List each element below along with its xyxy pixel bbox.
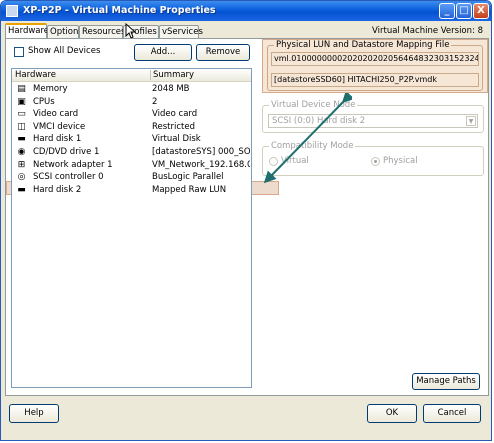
cpu-icon: ▣ — [17, 96, 26, 107]
vm-version: Virtual Machine Version: 8 — [372, 26, 483, 36]
hardware-summary: BusLogic Parallel — [152, 172, 224, 183]
vmci-icon: ◫ — [17, 121, 26, 132]
tab-options[interactable]: Options — [47, 25, 83, 38]
column-header-summary[interactable]: Summary — [153, 69, 194, 81]
hardware-name: Video card — [33, 109, 79, 120]
list-item[interactable]: ◫ VMCI device Restricted — [12, 121, 251, 133]
remove-button[interactable]: Remove — [196, 44, 250, 61]
properties-window: XP-P2P - Virtual Machine Properties _ □ … — [0, 0, 492, 441]
window-icon — [6, 5, 18, 17]
list-item[interactable]: ◉ CD/DVD drive 1 [datastoreSYS] 000_SO... — [12, 146, 251, 158]
hardware-summary: Video card — [152, 109, 198, 120]
hardware-summary: Mapped Raw LUN — [152, 184, 227, 195]
memory-icon: ▤ — [17, 84, 26, 94]
close-button[interactable]: X — [473, 3, 489, 19]
hardware-name: CPUs — [33, 96, 55, 107]
title-bar[interactable]: XP-P2P - Virtual Machine Properties _ □ … — [1, 1, 491, 21]
tab-resources[interactable]: Resources — [79, 25, 125, 38]
hardware-name: Network adapter 1 — [33, 159, 113, 170]
list-item[interactable]: ◎ SCSI controller 0 BusLogic Parallel — [12, 171, 251, 183]
minimize-button[interactable]: _ — [439, 3, 455, 19]
lun-id-field[interactable]: vml.010000000020202020205646483230315232… — [271, 52, 479, 66]
hardware-summary: [datastoreSYS] 000_SO... — [152, 147, 250, 157]
hardware-summary: 2 — [152, 96, 158, 107]
hardware-name: Memory — [33, 84, 68, 94]
hardware-list: Hardware Summary ▤ Memory 2048 MB ▣ CPUs 2 ▭ Vi… — [11, 68, 252, 388]
hardware-summary: Virtual Disk — [152, 134, 201, 145]
show-all-devices-label: Show All Devices — [28, 46, 101, 56]
network-adapter-icon: ⊞ — [17, 159, 26, 170]
hardware-name: SCSI controller 0 — [33, 172, 104, 183]
cd-dvd-icon: ◉ — [17, 147, 26, 157]
ok-button[interactable]: OK — [367, 404, 417, 423]
tab-hardware[interactable]: Hardware — [5, 23, 49, 39]
physical-radio[interactable] — [371, 157, 380, 166]
hardware-name: Hard disk 1 — [33, 134, 82, 145]
hardware-summary: Restricted — [152, 121, 196, 132]
mouse-cursor-icon — [125, 23, 137, 39]
list-item[interactable]: ⊞ Network adapter 1 VM_Network_192.168.0..… — [12, 159, 251, 171]
list-item[interactable]: ▬ Hard disk 2 Mapped Raw LUN — [12, 184, 251, 196]
scsi-controller-icon: ◎ — [17, 172, 26, 183]
list-item[interactable]: ▭ Video card Video card — [12, 108, 251, 120]
video-card-icon: ▭ — [17, 109, 26, 120]
list-item[interactable]: ▬ Hard disk 1 Virtual Disk — [12, 133, 251, 145]
list-item[interactable]: ▣ CPUs 2 — [12, 96, 251, 108]
lun-group-title: Physical LUN and Datastore Mapping File — [274, 40, 452, 50]
lun-group: Physical LUN and Datastore Mapping File … — [267, 40, 483, 91]
show-all-devices-checkbox[interactable] — [14, 47, 24, 57]
cancel-button[interactable]: Cancel — [423, 404, 481, 423]
window-title: XP-P2P - Virtual Machine Properties — [23, 5, 216, 16]
annotation-arrow — [263, 93, 352, 184]
hardware-summary: 2048 MB — [152, 84, 190, 94]
add-button[interactable]: Add... — [134, 44, 192, 61]
column-header-hardware[interactable]: Hardware — [15, 69, 56, 81]
list-header: Hardware Summary — [12, 69, 251, 82]
hardware-name: Hard disk 2 — [33, 184, 82, 195]
hardware-summary: VM_Network_192.168.0.... — [152, 159, 250, 170]
chevron-down-icon: ▼ — [466, 116, 476, 126]
hard-disk-icon: ▬ — [17, 134, 26, 145]
physical-label: Physical — [383, 156, 418, 166]
help-button[interactable]: Help — [9, 404, 59, 423]
mapping-file-field[interactable]: [datastoreSSD60] HITACHI250_P2P.vmdk — [271, 73, 479, 87]
list-item[interactable]: ▤ Memory 2048 MB — [12, 83, 251, 95]
hard-disk-icon: ▬ — [17, 184, 26, 195]
hardware-name: CD/DVD drive 1 — [33, 147, 100, 157]
maximize-button[interactable]: □ — [456, 3, 472, 19]
manage-paths-button[interactable]: Manage Paths — [412, 373, 480, 390]
hardware-name: VMCI device — [33, 121, 86, 132]
hardware-panel: Show All Devices Add... Remove Hardware … — [5, 38, 489, 396]
tab-vservices[interactable]: vServices — [159, 25, 203, 38]
